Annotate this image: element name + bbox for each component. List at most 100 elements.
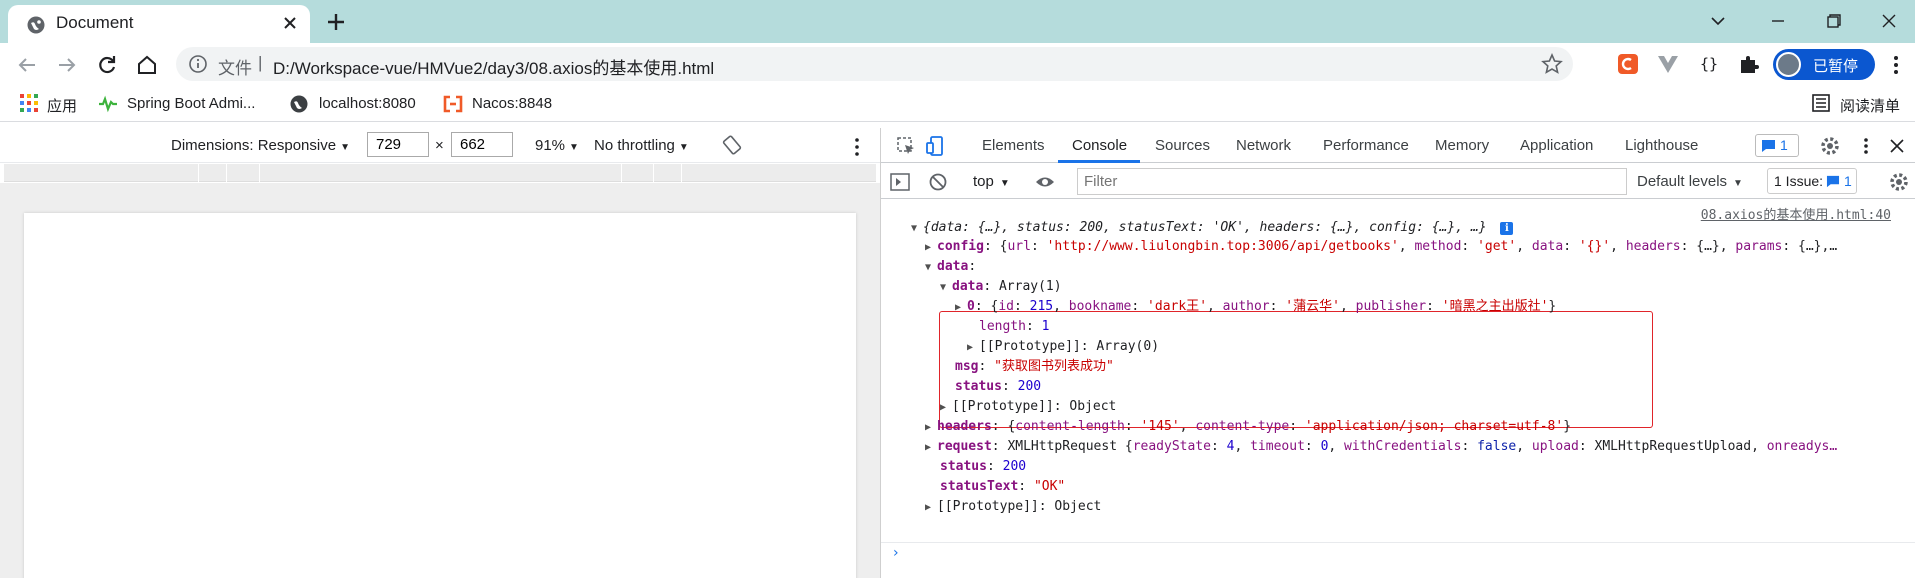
live-expression-eye-icon[interactable] — [1034, 171, 1056, 193]
request-row[interactable]: ▶ request: XMLHttpRequest {readyState: 4,… — [925, 438, 1837, 456]
inner-data-type: Array(1) — [998, 279, 1062, 294]
status-row: status: 200 — [940, 459, 1027, 474]
close-devtools-icon[interactable] — [1886, 135, 1908, 157]
item-index: 0 — [967, 299, 975, 314]
tab-strip: Document — [0, 0, 1915, 43]
rotate-icon[interactable] — [721, 134, 743, 156]
avatar — [1776, 52, 1801, 77]
devtools-panel: Elements Console Sources Network Perform… — [880, 128, 1915, 578]
extension-c-icon[interactable] — [1616, 52, 1640, 76]
tab-application[interactable]: Application — [1520, 137, 1593, 154]
profile-button[interactable]: 已暂停 — [1773, 49, 1875, 80]
data-row[interactable]: ▼ data: — [925, 258, 976, 276]
issues-label: 1 Issue: — [1774, 173, 1824, 189]
config-data: {} — [1586, 239, 1603, 254]
array-prototype-row[interactable]: ▶ [[Prototype]]: Array(0) — [967, 338, 1159, 356]
length-row: length: 1 — [979, 319, 1050, 334]
source-location-link[interactable]: 08.axios的基本使用.html:40 — [1701, 204, 1891, 223]
bookmark-label: Nacos:8848 — [472, 95, 553, 112]
tab-network[interactable]: Network — [1236, 137, 1291, 154]
request-type: XMLHttpRequest — [1007, 439, 1118, 454]
messages-badge[interactable]: 1 — [1755, 134, 1799, 157]
spring-boot-admin-icon — [99, 95, 117, 113]
collapsed-triangle-icon: ▶ — [940, 402, 947, 413]
book-item-row[interactable]: ▶ 0: {id: 215, bookname: 'dark王', author:… — [955, 298, 1556, 316]
console-filter-input[interactable] — [1077, 168, 1627, 195]
url-text[interactable]: D:/Workspace-vue/HMVue2/day3/08.axios的基本… — [273, 54, 714, 79]
zoom-dropdown[interactable]: 91% ▼ — [535, 137, 579, 154]
console-settings-gear-icon[interactable] — [1888, 171, 1910, 193]
console-prompt[interactable]: › — [881, 542, 1915, 564]
config-method: get — [1484, 239, 1509, 254]
json-viewer-icon[interactable]: {} — [1697, 52, 1721, 76]
info-icon[interactable] — [188, 54, 208, 74]
tab-memory[interactable]: Memory — [1435, 137, 1489, 154]
expanded-triangle-icon: ▼ — [911, 223, 918, 234]
collapsed-triangle-icon: ▶ — [925, 242, 932, 253]
root-prototype-value: Object — [1054, 499, 1102, 514]
svg-text:{}: {} — [1700, 55, 1718, 73]
browser-tab[interactable]: Document — [8, 5, 310, 43]
device-toolbar: Dimensions: Responsive▼ × 91%▼ No thrott… — [0, 128, 880, 163]
inner-data-row[interactable]: ▼ data: Array(1) — [940, 278, 1062, 296]
issues-count: 1 — [1844, 173, 1852, 189]
status-value: 200 — [1002, 459, 1027, 474]
minimize-icon[interactable] — [1765, 8, 1791, 34]
content-type-value: application/json; charset=utf-8 — [1312, 419, 1556, 434]
media-query-ruler[interactable] — [4, 164, 876, 182]
forward-arrow-icon[interactable] — [53, 51, 81, 79]
back-arrow-icon[interactable] — [13, 51, 41, 79]
tab-performance[interactable]: Performance — [1323, 137, 1409, 154]
tab-console[interactable]: Console — [1072, 137, 1127, 154]
emulated-page[interactable] — [24, 213, 856, 578]
home-icon[interactable] — [133, 51, 161, 79]
address-bar[interactable]: 文件 | D:/Workspace-vue/HMVue2/day3/08.axi… — [176, 47, 1573, 81]
response-object-row[interactable]: ▼ {data: {…}, status: 200, statusText: 'O… — [911, 219, 1514, 237]
config-row[interactable]: ▶ config: {url: 'http://www.liulongbin.to… — [925, 238, 1837, 256]
devtools-tab-bar: Elements Console Sources Network Perform… — [881, 128, 1915, 163]
omnibox-separator: | — [258, 53, 263, 72]
issues-button[interactable]: 1 Issue: 1 — [1767, 168, 1857, 194]
throttling-dropdown[interactable]: No throttling ▼ — [594, 137, 689, 154]
close-tab-icon[interactable] — [280, 13, 300, 33]
vue-devtools-icon[interactable] — [1656, 52, 1680, 76]
browser-menu-icon[interactable] — [1886, 53, 1906, 77]
tab-sources[interactable]: Sources — [1155, 137, 1210, 154]
message-icon — [1826, 175, 1840, 188]
msg-value: "获取图书列表成功" — [994, 359, 1114, 374]
devtools-menu-icon[interactable] — [1855, 135, 1877, 157]
settings-gear-icon[interactable] — [1819, 135, 1841, 157]
viewport-height-input[interactable] — [451, 132, 513, 157]
close-window-icon[interactable] — [1876, 8, 1902, 34]
expanded-triangle-icon: ▼ — [940, 282, 947, 293]
book-id: 215 — [1029, 299, 1054, 314]
inspect-element-icon[interactable] — [895, 135, 917, 157]
collapsed-triangle-icon: ▶ — [925, 422, 932, 433]
times-sign: × — [435, 137, 444, 154]
dimensions-dropdown[interactable]: Dimensions: Responsive ▼ — [171, 137, 350, 154]
restore-icon[interactable] — [1821, 8, 1847, 34]
device-toggle-icon[interactable] — [924, 135, 946, 157]
reading-list-icon — [1812, 94, 1830, 112]
data-prototype-row[interactable]: ▶ [[Prototype]]: Object — [940, 398, 1116, 416]
tab-elements[interactable]: Elements — [982, 137, 1045, 154]
collapsed-triangle-icon: ▶ — [967, 342, 974, 353]
log-levels-dropdown[interactable]: Default levels ▼ — [1637, 173, 1743, 190]
tab-search-icon[interactable] — [1705, 8, 1731, 34]
clear-console-icon[interactable] — [927, 171, 949, 193]
context-selector[interactable]: top ▼ — [973, 173, 1010, 190]
root-prototype-row[interactable]: ▶ [[Prototype]]: Object — [925, 498, 1101, 516]
tab-lighthouse[interactable]: Lighthouse — [1625, 137, 1698, 154]
info-icon[interactable]: i — [1500, 222, 1514, 235]
viewport-width-input[interactable] — [367, 132, 429, 157]
message-count: 1 — [1780, 137, 1788, 153]
extensions-puzzle-icon[interactable] — [1737, 52, 1761, 76]
more-options-icon[interactable] — [851, 136, 863, 158]
headers-row[interactable]: ▶ headers: {content-length: '145', conten… — [925, 418, 1571, 436]
bookmark-star-icon[interactable] — [1541, 53, 1563, 75]
sidebar-toggle-icon[interactable] — [889, 171, 911, 193]
new-tab-icon[interactable] — [324, 10, 348, 34]
reload-icon[interactable] — [93, 51, 121, 79]
data-key: data — [937, 259, 969, 274]
inner-status-row: status: 200 — [955, 379, 1042, 394]
